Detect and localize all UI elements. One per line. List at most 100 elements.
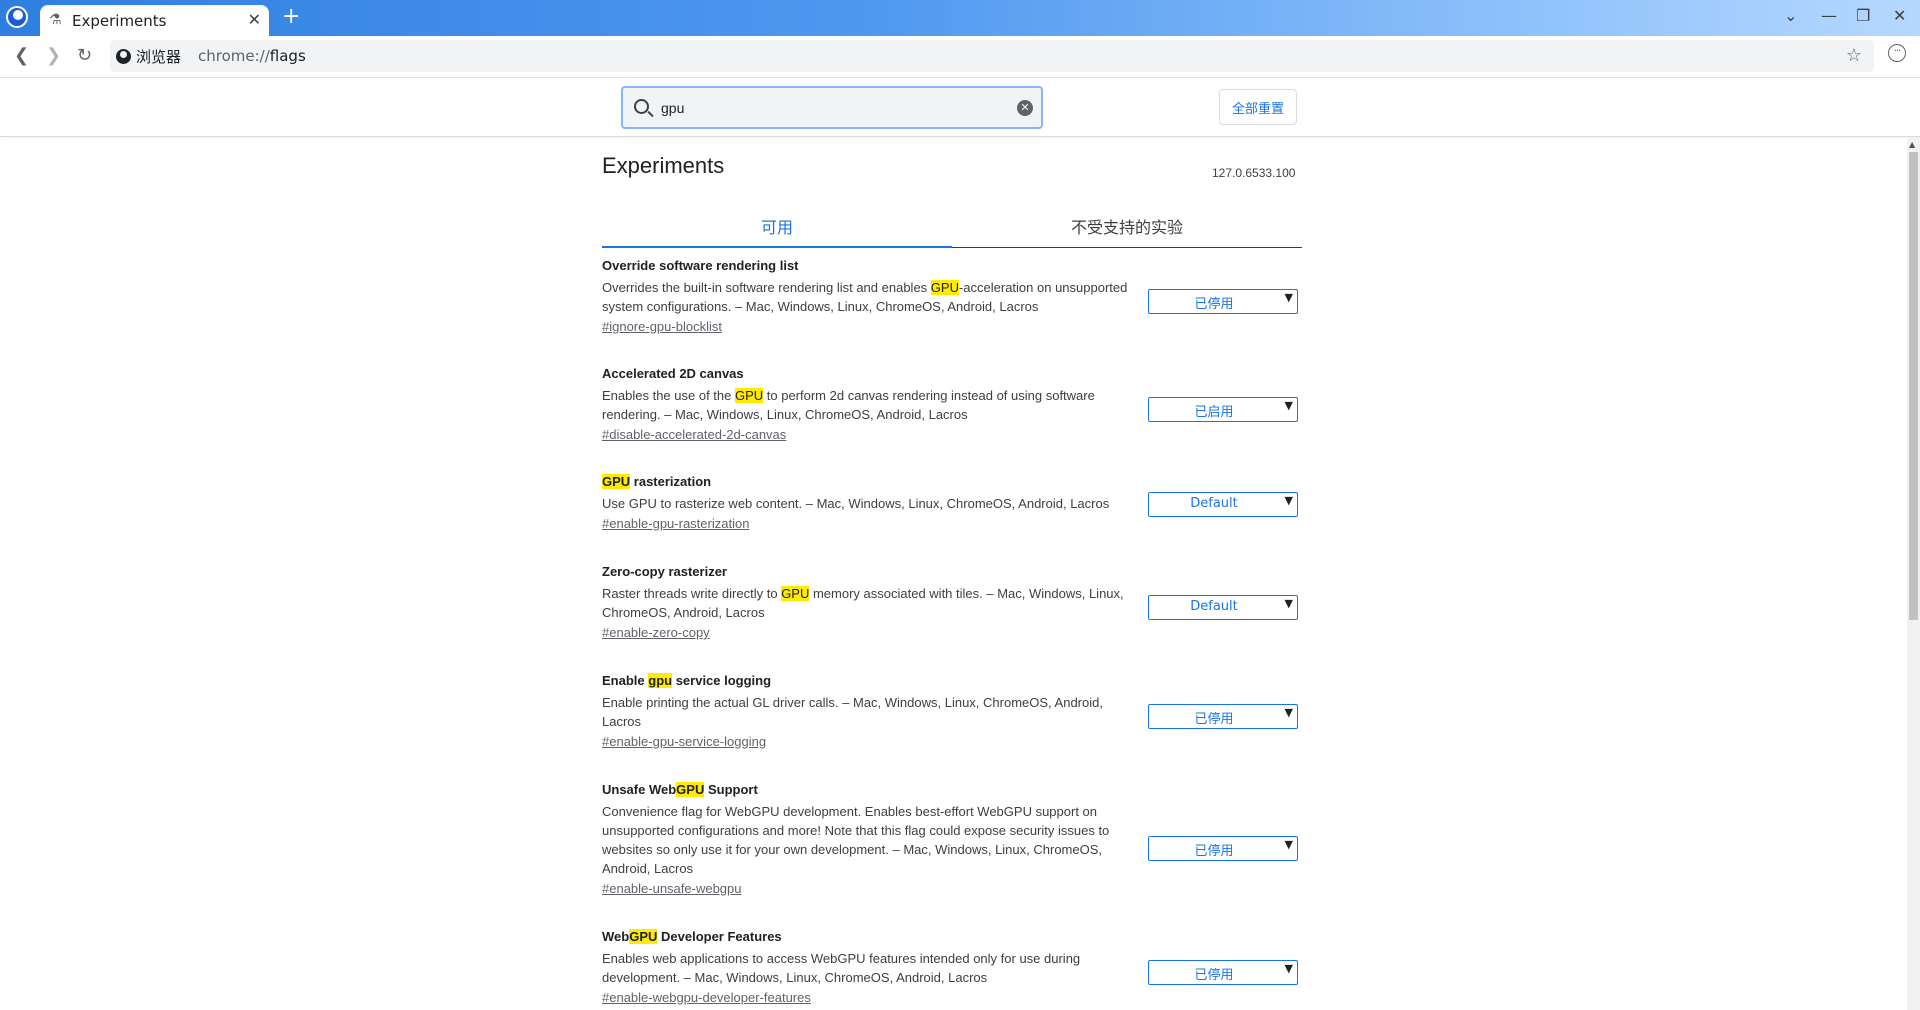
url-scheme: chrome:// xyxy=(198,47,270,65)
flag-description: Use GPU to rasterize web content. – Mac,… xyxy=(602,494,1132,513)
chevron-down-icon: ▼ xyxy=(1284,291,1293,304)
tab-search-chevron-icon[interactable]: ⌄ xyxy=(1784,6,1797,25)
flag-name-text: Developer Features xyxy=(657,929,782,944)
flag-state-select[interactable]: 已停用 ▼ xyxy=(1148,836,1298,861)
flag-name-text: Unsafe Web xyxy=(602,782,677,797)
flag-item: GPU rasterization Use GPU to rasterize we… xyxy=(602,474,1302,533)
flag-description: Overrides the built-in software renderin… xyxy=(602,278,1132,316)
flag-search-box[interactable]: ✕ xyxy=(621,86,1043,129)
tab-title: Experiments xyxy=(72,12,167,30)
browser-site-icon xyxy=(116,48,131,64)
flag-state-value: Default xyxy=(1190,496,1238,511)
search-highlight: GPU xyxy=(602,474,631,489)
flag-name-text: Override software rendering list xyxy=(602,258,799,273)
flag-state-select[interactable]: 已停用 ▼ xyxy=(1148,289,1298,314)
url-text[interactable]: chrome://flags xyxy=(198,47,306,65)
site-chip[interactable]: 浏览器 xyxy=(116,46,181,66)
flag-permalink[interactable]: #ignore-gpu-blocklist xyxy=(602,319,722,334)
toolbar: ❮ ❯ ↻ 浏览器 chrome://flags ☆ ··· xyxy=(0,36,1920,78)
flag-state-value: 已停用 xyxy=(1194,968,1234,983)
flag-state-select[interactable]: Default ▼ xyxy=(1148,595,1298,620)
flag-name: GPU rasterization xyxy=(602,474,1302,489)
flag-description: Enable printing the actual GL driver cal… xyxy=(602,693,1132,731)
flag-permalink[interactable]: #enable-zero-copy xyxy=(602,625,710,640)
site-name: 浏览器 xyxy=(136,47,182,66)
flag-name: Accelerated 2D canvas xyxy=(602,366,1302,381)
address-bar[interactable]: 浏览器 chrome://flags ☆ xyxy=(110,40,1874,72)
flag-name-text: Enable xyxy=(602,673,649,688)
flag-name-text: Support xyxy=(704,782,758,797)
close-window-icon[interactable]: ✕ xyxy=(1893,6,1906,25)
minimize-icon[interactable]: — xyxy=(1821,6,1837,25)
flag-description: Convenience flag for WebGPU development.… xyxy=(602,802,1132,878)
flag-name: Zero-copy rasterizer xyxy=(602,564,1302,579)
chevron-down-icon: ▼ xyxy=(1284,962,1293,975)
flag-description: Enables web applications to access WebGP… xyxy=(602,949,1132,987)
flag-state-value: 已停用 xyxy=(1194,297,1234,312)
flag-name: Unsafe WebGPU Support xyxy=(602,782,1302,797)
chevron-down-icon: ▼ xyxy=(1284,399,1293,412)
flag-item: Accelerated 2D canvas Enables the use of … xyxy=(602,366,1302,444)
flag-description-text: Enable printing the actual GL driver cal… xyxy=(602,695,1103,729)
search-icon xyxy=(634,99,649,114)
browser-logo-icon[interactable] xyxy=(6,6,28,28)
scroll-up-arrow-icon[interactable]: ▲ xyxy=(1909,140,1915,149)
search-highlight: GPU xyxy=(629,929,658,944)
flag-description: Enables the use of the GPU to perform 2d… xyxy=(602,386,1132,424)
flag-item: Zero-copy rasterizer Raster threads write… xyxy=(602,564,1302,642)
bookmark-star-icon[interactable]: ☆ xyxy=(1846,45,1862,66)
flag-name: Override software rendering list xyxy=(602,258,1302,273)
flag-name: WebGPU Developer Features xyxy=(602,929,1302,944)
tab-unsupported[interactable]: 不受支持的实验 xyxy=(952,214,1302,238)
flask-icon: ⚗ xyxy=(49,12,62,28)
chevron-down-icon: ▼ xyxy=(1284,838,1293,851)
flag-state-select[interactable]: 已停用 ▼ xyxy=(1148,704,1298,729)
chevron-down-icon: ▼ xyxy=(1284,494,1293,507)
flag-item: Unsafe WebGPU Support Convenience flag fo… xyxy=(602,782,1302,898)
flag-description: Raster threads write directly to GPU mem… xyxy=(602,584,1132,622)
search-highlight: GPU xyxy=(676,782,705,797)
flag-name-text: rasterization xyxy=(630,474,712,489)
version-text: 127.0.6533.100 xyxy=(1212,166,1296,180)
forward-icon[interactable]: ❯ xyxy=(46,45,61,66)
flag-description-text: Use GPU to rasterize web content. – Mac,… xyxy=(602,496,1110,511)
flag-permalink[interactable]: #disable-accelerated-2d-canvas xyxy=(602,427,786,442)
scrollbar-thumb[interactable] xyxy=(1909,152,1918,620)
flag-description-text: Enables the use of the xyxy=(602,388,735,403)
active-tab-indicator xyxy=(602,246,952,248)
restore-icon[interactable]: ❐ xyxy=(1856,6,1870,25)
close-tab-icon[interactable]: ✕ xyxy=(248,10,261,29)
clear-search-icon[interactable]: ✕ xyxy=(1017,100,1033,116)
flag-name-text: Accelerated 2D canvas xyxy=(602,366,744,381)
flag-name-text: Web xyxy=(602,929,630,944)
flags-header: ✕ 全部重置 xyxy=(0,79,1920,137)
chevron-down-icon: ▼ xyxy=(1284,597,1293,610)
flag-permalink[interactable]: #enable-gpu-service-logging xyxy=(602,734,766,749)
tab-available[interactable]: 可用 xyxy=(602,214,952,238)
flag-state-select[interactable]: 已停用 ▼ xyxy=(1148,960,1298,985)
search-highlight: GPU xyxy=(930,280,959,295)
page-title: Experiments xyxy=(602,153,725,178)
search-input[interactable] xyxy=(661,98,991,118)
flag-permalink[interactable]: #enable-gpu-rasterization xyxy=(602,516,749,531)
flag-state-value: Default xyxy=(1190,599,1238,614)
reload-icon[interactable]: ↻ xyxy=(77,45,92,66)
back-icon[interactable]: ❮ xyxy=(14,45,29,66)
flag-state-value: 已停用 xyxy=(1194,844,1234,859)
browser-menu-icon[interactable]: ··· xyxy=(1888,44,1906,62)
flag-state-value: 已停用 xyxy=(1194,712,1234,727)
flag-permalink[interactable]: #enable-webgpu-developer-features xyxy=(602,990,811,1005)
new-tab-icon[interactable]: + xyxy=(282,4,300,29)
tab-experiments[interactable]: ⚗ Experiments ✕ xyxy=(40,5,269,36)
flag-state-select[interactable]: 已启用 ▼ xyxy=(1148,397,1298,422)
search-highlight: gpu xyxy=(648,673,673,688)
flag-name-text: service logging xyxy=(672,673,772,688)
flag-state-value: 已启用 xyxy=(1194,405,1234,420)
reset-all-button[interactable]: 全部重置 xyxy=(1219,89,1297,125)
flag-description-text: Overrides the built-in software renderin… xyxy=(602,280,931,295)
flag-state-select[interactable]: Default ▼ xyxy=(1148,492,1298,517)
flag-permalink[interactable]: #enable-unsafe-webgpu xyxy=(602,881,742,896)
tab-strip: ⚗ Experiments ✕ + ⌄ — ❐ ✕ xyxy=(0,0,1920,36)
flag-item: Enable gpu service logging Enable printin… xyxy=(602,673,1302,751)
chevron-down-icon: ▼ xyxy=(1284,706,1293,719)
